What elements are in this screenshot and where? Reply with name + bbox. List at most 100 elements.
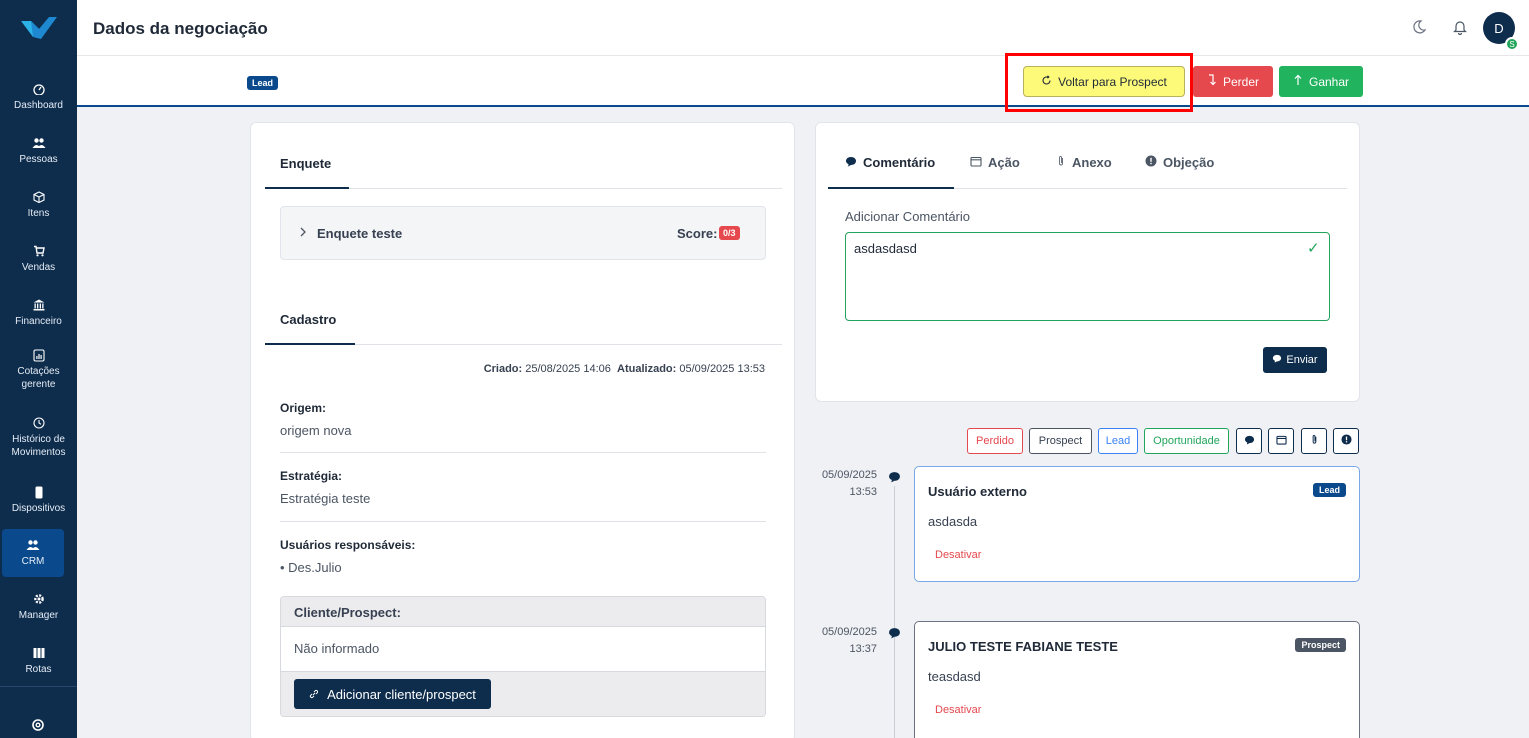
cadastro-title[interactable]: Cadastro xyxy=(280,312,336,327)
cliente-header: Cliente/Prospect: xyxy=(281,597,765,627)
link-icon xyxy=(309,687,319,702)
arrow-up-icon xyxy=(1293,74,1303,89)
section-divider xyxy=(349,188,782,189)
sidebar-item-label: Dashboard xyxy=(14,100,63,111)
voltar-prospect-button[interactable]: Voltar para Prospect xyxy=(1023,66,1185,97)
paperclip-icon xyxy=(1310,434,1319,448)
comment-input[interactable] xyxy=(845,232,1330,321)
enquete-tab-underline xyxy=(265,187,349,189)
section-divider xyxy=(954,188,1347,189)
perder-label: Perder xyxy=(1222,74,1260,89)
filter-lead[interactable]: Lead xyxy=(1098,428,1138,454)
header: Dados da negociação D S xyxy=(77,0,1529,56)
add-cliente-button[interactable]: Adicionar cliente/prospect xyxy=(294,679,491,709)
timeline-user: Usuário externo xyxy=(928,484,1027,499)
filter-anexo-button[interactable] xyxy=(1301,428,1327,454)
filter-perdido[interactable]: Perdido xyxy=(967,428,1023,454)
field-divider xyxy=(280,521,766,522)
sidebar-item-label: Pessoas xyxy=(19,154,58,165)
desativar-link[interactable]: Desativar xyxy=(935,549,981,561)
settings-icon[interactable] xyxy=(31,718,45,737)
origem-value: origem nova xyxy=(280,423,352,438)
comment-icon xyxy=(888,470,901,483)
sidebar-item-dashboard[interactable]: Dashboard xyxy=(0,82,77,112)
report-icon xyxy=(32,348,46,362)
ganhar-label: Ganhar xyxy=(1308,74,1350,89)
sidebar-item-label: Histórico de Movimentos xyxy=(11,434,66,458)
cart-icon xyxy=(32,244,46,258)
paperclip-icon xyxy=(1056,155,1066,170)
filter-acao-button[interactable] xyxy=(1268,428,1294,454)
sidebar-item-label: Cotações gerente xyxy=(17,366,60,390)
ganhar-button[interactable]: Ganhar xyxy=(1279,66,1363,97)
sidebar-item-vendas[interactable]: Vendas xyxy=(0,244,77,274)
filter-oportunidade[interactable]: Oportunidade xyxy=(1144,428,1229,454)
estrategia-value: Estratégia teste xyxy=(280,491,371,506)
origem-label: Origem: xyxy=(280,401,327,415)
dark-mode-icon[interactable] xyxy=(1411,19,1429,37)
tab-acao[interactable]: Ação xyxy=(970,155,1020,170)
tab-objecao-label: Objeção xyxy=(1163,155,1215,170)
sidebar-item-historico[interactable]: Histórico de Movimentos xyxy=(0,416,77,459)
timeline-date: 05/09/2025 13:53 xyxy=(821,469,877,498)
sidebar-item-cotacoes[interactable]: Cotações gerente xyxy=(0,348,77,391)
timeline-item: Usuário externo Lead asdasda Desativar xyxy=(914,466,1360,582)
score-label: Score: xyxy=(677,226,718,241)
timeline-user: JULIO TESTE FABIANE TESTE xyxy=(928,639,1118,654)
filter-prospect[interactable]: Prospect xyxy=(1029,428,1092,454)
people-icon xyxy=(32,136,46,150)
field-divider xyxy=(280,452,766,453)
sidebar-item-dispositivos[interactable]: Dispositivos xyxy=(0,485,77,515)
perder-button[interactable]: Perder xyxy=(1193,66,1273,97)
bell-icon[interactable] xyxy=(1452,19,1470,37)
enquete-title[interactable]: Enquete xyxy=(280,156,331,171)
cliente-prospect-panel: Cliente/Prospect: Não informado Adiciona… xyxy=(280,596,766,717)
sidebar-item-pessoas[interactable]: Pessoas xyxy=(0,136,77,166)
enquete-item[interactable]: Enquete teste Score: 0/3 xyxy=(280,206,766,260)
exclamation-icon xyxy=(1145,155,1157,170)
tab-anexo-label: Anexo xyxy=(1072,155,1112,170)
cadastro-tab-underline xyxy=(265,343,355,345)
tab-anexo[interactable]: Anexo xyxy=(1056,155,1112,170)
status-badge: Lead xyxy=(247,76,279,90)
sidebar-item-label: Dispositivos xyxy=(11,503,66,514)
tab-underline xyxy=(828,187,954,189)
avatar-status-badge: S xyxy=(1505,37,1519,51)
comment-icon xyxy=(1244,435,1255,448)
action-bar: Lead Voltar para Prospect Perder Ganhar xyxy=(77,53,1529,112)
sidebar-item-label: Itens xyxy=(27,208,50,219)
clock-icon xyxy=(32,416,46,430)
sidebar-item-itens[interactable]: Itens xyxy=(0,190,77,220)
comment-icon xyxy=(845,155,857,170)
sidebar-item-label: Financeiro xyxy=(15,316,62,327)
logo[interactable] xyxy=(0,0,77,55)
tab-comentario[interactable]: Comentário xyxy=(845,155,935,170)
enviar-label: Enviar xyxy=(1286,354,1318,366)
sidebar-divider xyxy=(0,686,77,687)
enviar-button[interactable]: Enviar xyxy=(1263,347,1327,373)
timeline-line xyxy=(894,486,895,738)
timeline-text: asdasda xyxy=(928,514,978,529)
sidebar-item-label: CRM xyxy=(21,556,45,567)
comment-icon xyxy=(1272,354,1282,366)
sidebar-item-crm[interactable]: CRM xyxy=(2,529,64,577)
bank-icon xyxy=(32,298,46,312)
details-card: Enquete Enquete teste Score: 0/3 Cadastr… xyxy=(250,122,795,738)
comment-card: Comentário Ação Anexo Objeção Adicionar … xyxy=(815,122,1360,402)
check-icon: ✓ xyxy=(1307,240,1320,257)
comment-icon xyxy=(888,626,901,639)
box-icon xyxy=(32,190,46,204)
tab-objecao[interactable]: Objeção xyxy=(1145,155,1214,170)
chevron-right-icon xyxy=(299,225,307,243)
filter-comment-button[interactable] xyxy=(1236,428,1262,454)
voltar-prospect-label: Voltar para Prospect xyxy=(1058,74,1167,89)
usuario-item: • Des.Julio xyxy=(280,560,342,575)
sidebar-item-manager[interactable]: Manager xyxy=(0,592,77,622)
desativar-link[interactable]: Desativar xyxy=(935,704,981,716)
sidebar-item-rotas[interactable]: Rotas xyxy=(0,646,77,676)
exclamation-icon xyxy=(1340,434,1352,448)
filter-objecao-button[interactable] xyxy=(1333,428,1359,454)
sidebar-item-financeiro[interactable]: Financeiro xyxy=(0,298,77,328)
page-title: Dados da negociação xyxy=(93,19,268,38)
columns-icon xyxy=(32,646,46,660)
